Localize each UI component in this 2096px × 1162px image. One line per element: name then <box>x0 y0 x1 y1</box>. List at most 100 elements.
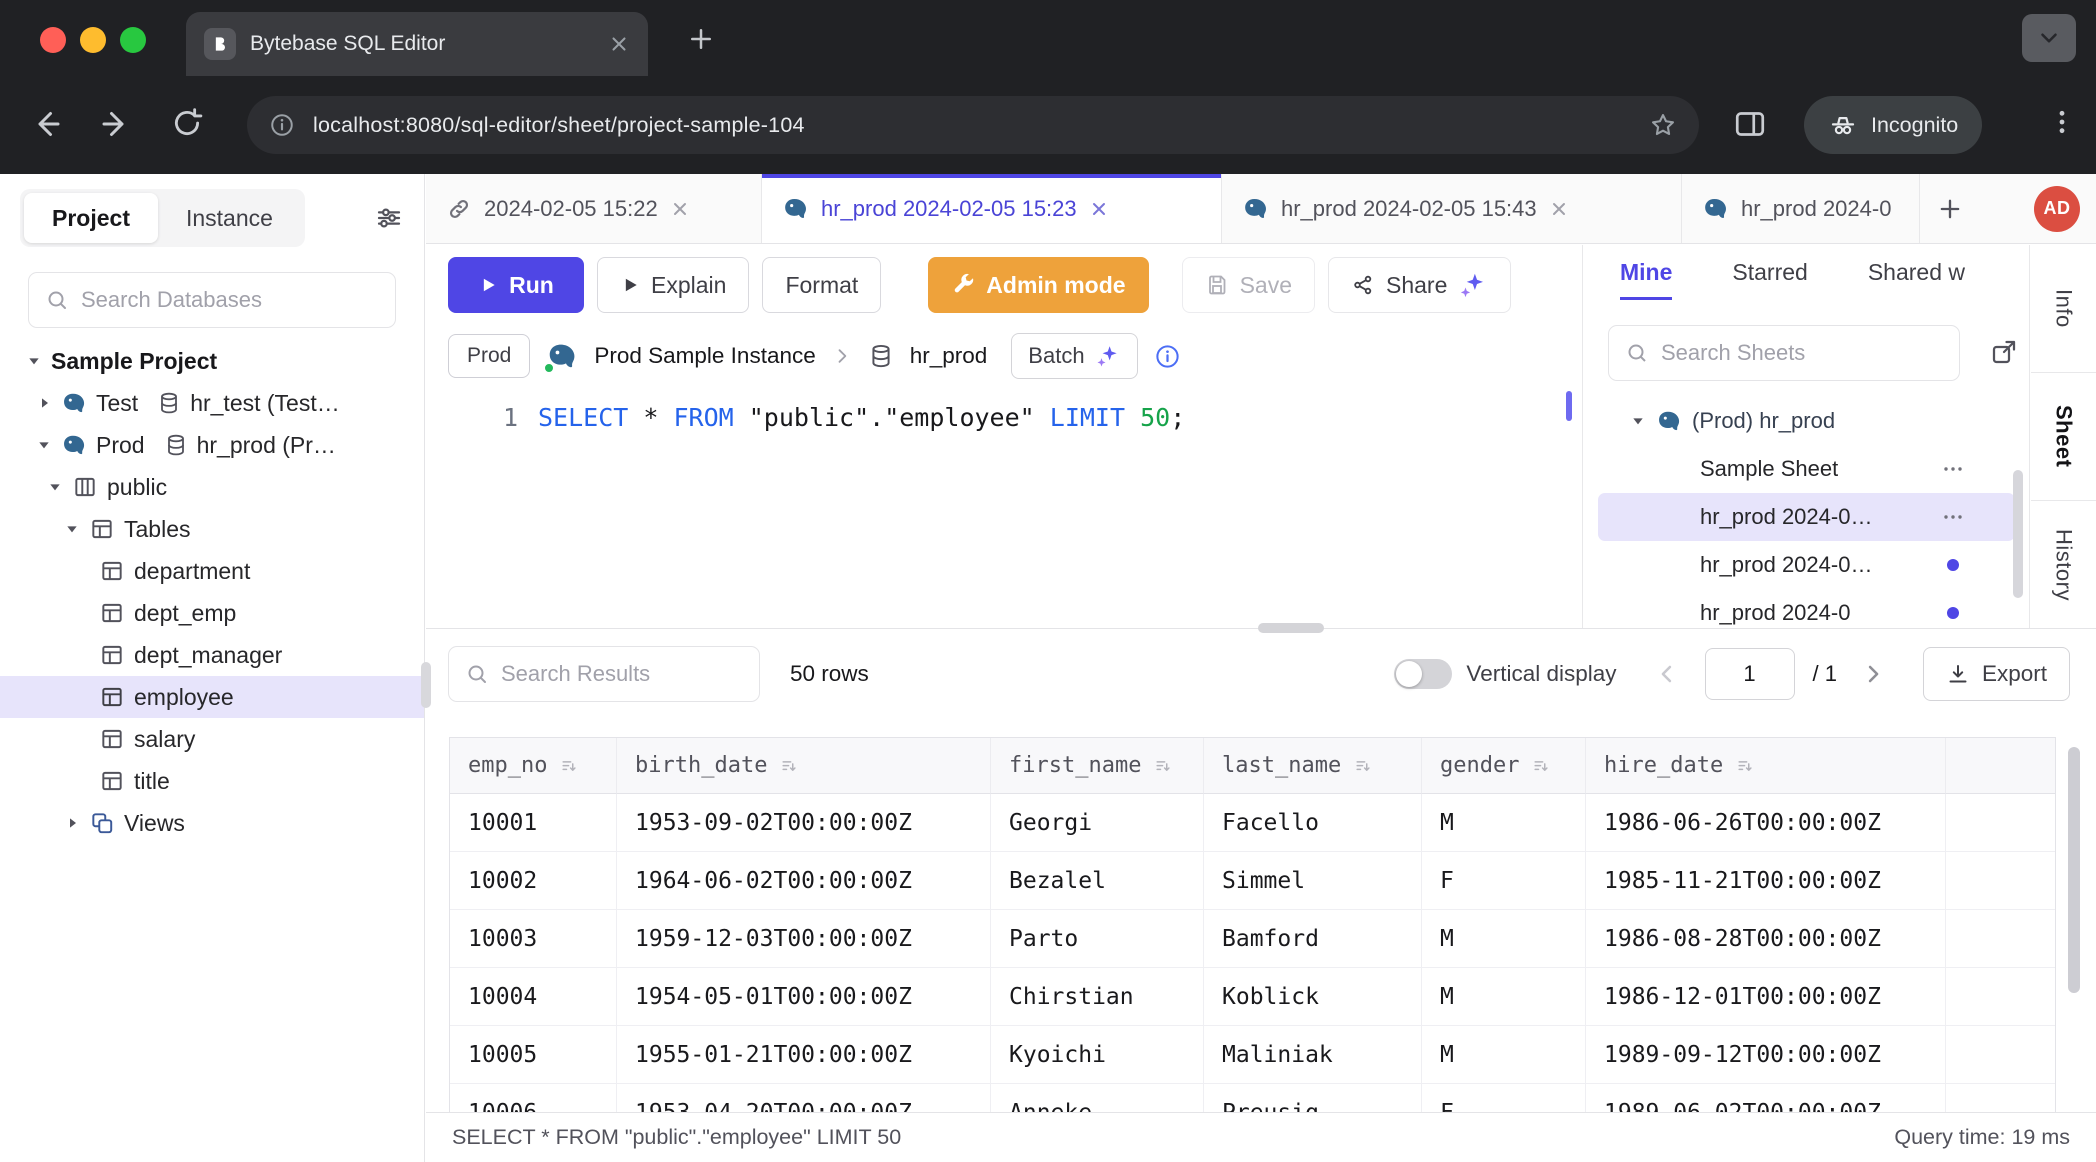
table-cell[interactable]: 1985-11-21T00:00:00Z <box>1586 852 1946 910</box>
column-header-gender[interactable]: gender <box>1422 738 1586 794</box>
explain-button[interactable]: Explain <box>597 257 749 313</box>
open-sheet-icon[interactable] <box>1989 337 2019 367</box>
sheet-tab-2-active[interactable]: hr_prod 2024-02-05 15:23 <box>762 174 1222 243</box>
sheet-tab-3[interactable]: hr_prod 2024-02-05 15:43 <box>1222 174 1682 243</box>
table-cell[interactable]: 10001 <box>450 794 617 852</box>
admin-mode-button[interactable]: Admin mode <box>928 257 1148 313</box>
tab-instance[interactable]: Instance <box>158 193 301 243</box>
table-cell[interactable]: Georgi <box>991 794 1204 852</box>
table-cell[interactable]: 1955-01-21T00:00:00Z <box>617 1026 991 1084</box>
database-name[interactable]: hr_prod <box>910 343 988 369</box>
tab-project[interactable]: Project <box>24 193 158 243</box>
table-cell[interactable]: Preusig <box>1204 1084 1422 1112</box>
table-cell[interactable]: 1953-04-20T00:00:00Z <box>617 1084 991 1112</box>
table-cell[interactable]: 1986-08-28T00:00:00Z <box>1586 910 1946 968</box>
caret-right-icon[interactable] <box>64 815 80 831</box>
tree-item-table-title[interactable]: title <box>0 760 424 802</box>
format-button[interactable]: Format <box>762 257 881 313</box>
tree-item-table-employee[interactable]: employee <box>0 676 424 718</box>
table-cell[interactable]: F <box>1422 1084 1586 1112</box>
sheet-group-row[interactable]: (Prod) hr_prod <box>1584 397 2029 445</box>
database-search-input[interactable] <box>81 287 379 313</box>
window-zoom-button[interactable] <box>120 27 146 53</box>
close-icon[interactable] <box>1549 199 1569 219</box>
reload-icon[interactable] <box>170 106 204 140</box>
results-scrollbar[interactable] <box>2068 747 2080 993</box>
environment-chip[interactable]: Prod <box>448 334 530 378</box>
caret-down-icon[interactable] <box>47 479 63 495</box>
table-cell[interactable]: M <box>1422 968 1586 1026</box>
tab-search-button[interactable] <box>2022 14 2076 62</box>
sheet-tab-4[interactable]: hr_prod 2024-0 <box>1682 174 1920 243</box>
table-cell[interactable]: 10005 <box>450 1026 617 1084</box>
filter-icon[interactable] <box>374 203 404 233</box>
new-browser-tab-icon[interactable] <box>686 24 716 54</box>
side-tab-info[interactable]: Info <box>2031 245 2096 373</box>
save-button[interactable]: Save <box>1182 257 1315 313</box>
next-page-icon[interactable] <box>1859 660 1887 688</box>
column-header-birth-date[interactable]: birth_date <box>617 738 991 794</box>
window-minimize-button[interactable] <box>80 27 106 53</box>
table-cell[interactable]: 1989-06-02T00:00:00Z <box>1586 1084 1946 1112</box>
table-cell[interactable]: 10002 <box>450 852 617 910</box>
table-cell[interactable]: 1953-09-02T00:00:00Z <box>617 794 991 852</box>
column-header-last-name[interactable]: last_name <box>1204 738 1422 794</box>
table-cell[interactable]: Maliniak <box>1204 1026 1422 1084</box>
results-search-input[interactable] <box>501 661 743 687</box>
column-header-first-name[interactable]: first_name <box>991 738 1204 794</box>
table-cell[interactable]: Koblick <box>1204 968 1422 1026</box>
table-cell[interactable]: F <box>1422 852 1586 910</box>
results-resize-handle[interactable] <box>1258 623 1324 633</box>
tree-item-tables-group[interactable]: Tables <box>0 508 424 550</box>
browser-tab-close-icon[interactable] <box>608 33 630 55</box>
results-search[interactable] <box>448 646 760 702</box>
table-cell[interactable]: 10004 <box>450 968 617 1026</box>
table-cell[interactable]: Bezalel <box>991 852 1204 910</box>
tree-item-test-instance[interactable]: Test hr_test (Test… <box>0 382 424 424</box>
sql-editor[interactable]: 1 SELECT * FROM "public"."employee" LIMI… <box>426 385 1582 629</box>
column-header-emp-no[interactable]: emp_no <box>450 738 617 794</box>
table-cell[interactable]: 1986-12-01T00:00:00Z <box>1586 968 1946 1026</box>
share-button[interactable]: Share <box>1328 257 1511 313</box>
tree-item-views-group[interactable]: Views <box>0 802 424 844</box>
sort-icon[interactable] <box>559 756 579 776</box>
table-cell[interactable]: 10003 <box>450 910 617 968</box>
more-actions-icon[interactable] <box>1941 505 1965 529</box>
sheet-item-selected[interactable]: hr_prod 2024-0… <box>1598 493 2015 541</box>
table-cell[interactable]: 1959-12-03T00:00:00Z <box>617 910 991 968</box>
info-icon[interactable] <box>1154 343 1181 370</box>
table-cell[interactable]: 1986-06-26T00:00:00Z <box>1586 794 1946 852</box>
table-cell[interactable]: 1964-06-02T00:00:00Z <box>617 852 991 910</box>
database-search[interactable] <box>28 272 396 328</box>
table-cell[interactable]: Kyoichi <box>991 1026 1204 1084</box>
sort-icon[interactable] <box>1353 756 1373 776</box>
browser-menu-icon[interactable] <box>2046 106 2078 138</box>
tree-item-table-salary[interactable]: salary <box>0 718 424 760</box>
run-button[interactable]: Run <box>448 257 584 313</box>
instance-name[interactable]: Prod Sample Instance <box>594 343 815 369</box>
tree-item-prod-instance[interactable]: Prod hr_prod (Pr… <box>0 424 424 466</box>
table-cell[interactable]: 1989-09-12T00:00:00Z <box>1586 1026 1946 1084</box>
column-header-hire-date[interactable]: hire_date <box>1586 738 1946 794</box>
prev-page-icon[interactable] <box>1653 660 1681 688</box>
caret-down-icon[interactable] <box>1630 413 1646 429</box>
tab-shared[interactable]: Shared w <box>1868 259 1965 300</box>
bookmark-star-icon[interactable] <box>1649 111 1677 139</box>
new-sheet-tab-button[interactable] <box>1920 174 1980 243</box>
side-panel-icon[interactable] <box>1732 106 1768 142</box>
table-cell[interactable]: 1954-05-01T00:00:00Z <box>617 968 991 1026</box>
table-cell[interactable]: M <box>1422 910 1586 968</box>
sheet-search[interactable] <box>1608 325 1960 381</box>
forward-icon[interactable] <box>98 106 134 142</box>
caret-down-icon[interactable] <box>26 353 42 369</box>
table-cell[interactable]: M <box>1422 794 1586 852</box>
sort-icon[interactable] <box>1735 756 1755 776</box>
browser-tab[interactable]: Bytebase SQL Editor <box>186 12 648 76</box>
sheet-item[interactable]: hr_prod 2024-0 <box>1584 589 2029 629</box>
sql-code-line[interactable]: SELECT * FROM "public"."employee" LIMIT … <box>538 403 1185 432</box>
tree-item-table-department[interactable]: department <box>0 550 424 592</box>
caret-down-icon[interactable] <box>36 437 52 453</box>
address-bar[interactable]: localhost:8080/sql-editor/sheet/project-… <box>247 96 1699 154</box>
table-cell[interactable]: Chirstian <box>991 968 1204 1026</box>
export-button[interactable]: Export <box>1923 647 2070 701</box>
